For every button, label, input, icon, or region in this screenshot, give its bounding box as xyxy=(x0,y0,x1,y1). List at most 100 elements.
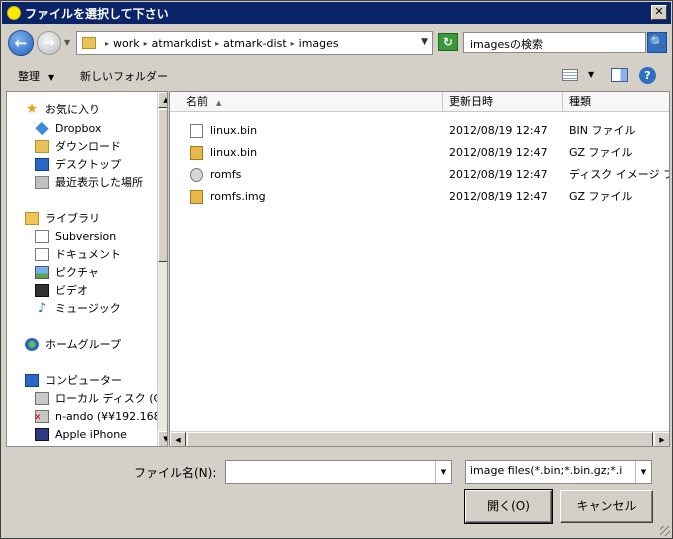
navigation-pane: ★ お気に入り Dropbox ダウンロード デスクトップ 最近表示した場所 ライ… xyxy=(6,91,168,447)
disk-image-icon xyxy=(190,168,203,182)
address-dropdown-icon[interactable]: ▼ xyxy=(421,37,428,47)
breadcrumb-separator-icon[interactable]: ▸ xyxy=(144,39,148,48)
help-icon[interactable]: ? xyxy=(639,67,656,84)
history-dropdown-icon[interactable]: ▼ xyxy=(64,38,70,47)
scroll-left-icon[interactable]: ◀ xyxy=(170,432,186,446)
nav-homegroup[interactable]: ホームグループ xyxy=(25,335,121,353)
nav-favorites[interactable]: ★ お気に入り xyxy=(25,100,100,118)
file-row[interactable]: romfs.img 2012/08/19 12:47 GZ ファイル xyxy=(170,186,669,208)
view-dropdown-icon[interactable]: ▼ xyxy=(588,70,594,79)
sort-ascending-icon: ▲ xyxy=(216,99,222,107)
file-row[interactable]: romfs 2012/08/19 12:47 ディスク イメージ ファ... xyxy=(170,164,669,186)
library-icon xyxy=(25,211,39,225)
recent-places-icon xyxy=(35,175,49,189)
new-folder-button[interactable]: 新しいフォルダー xyxy=(80,68,168,84)
address-row: ← → ▼ ▸ work ▸ atmarkdist ▸ atmark-dist … xyxy=(1,27,673,59)
view-options-icon[interactable] xyxy=(562,69,578,81)
breadcrumb-atmarkdist[interactable]: atmarkdist xyxy=(152,37,212,50)
column-name[interactable]: 名前 ▲ xyxy=(170,92,443,112)
document-icon xyxy=(35,229,49,243)
star-icon: ★ xyxy=(25,100,39,117)
scrollbar-thumb[interactable] xyxy=(187,432,653,446)
breadcrumb-separator-icon[interactable]: ▸ xyxy=(105,39,109,48)
column-header: 名前 ▲ 更新日時 種類 xyxy=(170,92,669,112)
file-modified: 2012/08/19 12:47 xyxy=(449,190,548,203)
search-icon[interactable]: 🔍 xyxy=(647,32,667,53)
file-type: GZ ファイル xyxy=(569,146,633,159)
nav-computer[interactable]: コンピューター xyxy=(25,371,122,389)
computer-icon xyxy=(25,373,39,387)
breadcrumb-separator-icon[interactable]: ▸ xyxy=(215,39,219,48)
breadcrumb-work[interactable]: work xyxy=(113,37,140,50)
homegroup-icon xyxy=(25,337,39,351)
scrollbar-thumb[interactable] xyxy=(158,109,167,262)
breadcrumb-separator-icon[interactable]: ▸ xyxy=(291,39,295,48)
column-type[interactable]: 種類 xyxy=(563,92,669,112)
nav-item-dropbox[interactable]: Dropbox xyxy=(35,119,101,137)
phone-icon xyxy=(35,427,49,441)
download-folder-icon xyxy=(35,139,49,153)
nav-item-desktop[interactable]: デスクトップ xyxy=(35,155,121,173)
nav-item-documents[interactable]: ドキュメント xyxy=(35,245,121,263)
file-open-dialog: ファイルを選択して下さい ✕ ← → ▼ ▸ work ▸ atmarkdist… xyxy=(0,0,673,539)
file-type: ディスク イメージ ファ... xyxy=(569,168,669,181)
file-row[interactable]: linux.bin 2012/08/19 12:47 GZ ファイル xyxy=(170,142,669,164)
nav-item-network-drive[interactable]: n-ando (¥¥192.168. xyxy=(34,407,164,425)
scroll-down-icon[interactable]: ▼ xyxy=(158,431,167,446)
organize-button[interactable]: 整理 ▼ xyxy=(18,68,54,84)
file-modified: 2012/08/19 12:47 xyxy=(449,124,548,137)
disk-icon xyxy=(35,391,49,405)
desktop-icon xyxy=(35,157,49,171)
resize-grip-icon[interactable] xyxy=(660,526,670,536)
command-bar: 整理 ▼ 新しいフォルダー ▼ ? xyxy=(2,61,671,89)
file-row[interactable]: linux.bin 2012/08/19 12:47 BIN ファイル xyxy=(170,120,669,142)
document-icon xyxy=(35,247,49,261)
nav-item-recent-places[interactable]: 最近表示した場所 xyxy=(35,173,143,191)
preview-pane-icon[interactable] xyxy=(611,68,628,82)
file-type: BIN ファイル xyxy=(569,124,636,137)
nav-item-local-disk[interactable]: ローカル ディスク (C:) xyxy=(35,389,167,407)
filename-input[interactable]: ▼ xyxy=(225,460,452,484)
file-modified: 2012/08/19 12:47 xyxy=(449,146,548,159)
nav-item-iphone[interactable]: Apple iPhone xyxy=(35,425,127,443)
file-type-select[interactable]: image files(*.bin;*.bin.gz;*.i ▼ xyxy=(465,460,652,484)
nav-item-downloads[interactable]: ダウンロード xyxy=(35,137,121,155)
open-button[interactable]: 開く(O) xyxy=(464,489,553,524)
file-type: GZ ファイル xyxy=(569,190,633,203)
nav-item-pictures[interactable]: ピクチャ xyxy=(35,263,99,281)
refresh-button[interactable]: ↻ xyxy=(438,33,458,51)
gz-file-icon xyxy=(190,146,203,160)
chevron-down-icon[interactable]: ▼ xyxy=(435,461,451,483)
dropbox-icon xyxy=(35,121,49,135)
scroll-right-icon[interactable]: ▶ xyxy=(654,432,669,446)
cancel-button[interactable]: キャンセル xyxy=(560,490,653,523)
nav-item-videos[interactable]: ビデオ xyxy=(35,281,88,299)
video-icon xyxy=(35,283,49,297)
back-button[interactable]: ← xyxy=(8,30,34,56)
column-modified[interactable]: 更新日時 xyxy=(443,92,563,112)
disconnected-drive-icon xyxy=(34,409,49,423)
close-button[interactable]: ✕ xyxy=(651,5,667,20)
forward-button[interactable]: → xyxy=(37,31,61,55)
nav-scrollbar[interactable]: ▲ ▼ xyxy=(157,92,167,446)
app-icon xyxy=(7,6,21,20)
horizontal-scrollbar[interactable]: ◀ ▶ xyxy=(170,431,669,446)
address-bar[interactable]: ▸ work ▸ atmarkdist ▸ atmark-dist ▸ imag… xyxy=(76,31,433,55)
nav-item-subversion[interactable]: Subversion xyxy=(35,227,116,245)
bin-file-icon xyxy=(190,124,203,138)
nav-item-music[interactable]: ♪ ミュージック xyxy=(35,299,121,317)
window-title: ファイルを選択して下さい xyxy=(25,6,169,21)
title-bar: ファイルを選択して下さい ✕ xyxy=(2,2,671,24)
file-name: linux.bin xyxy=(210,146,258,159)
nav-libraries[interactable]: ライブラリ xyxy=(25,209,100,227)
file-list: 名前 ▲ 更新日時 種類 linux.bin 2012/08/19 12:47 B… xyxy=(169,91,670,447)
chevron-down-icon: ▼ xyxy=(48,73,55,82)
search-input[interactable]: imagesの検索 xyxy=(463,32,646,53)
breadcrumb-atmark-dist[interactable]: atmark-dist xyxy=(223,37,286,50)
scroll-up-icon[interactable]: ▲ xyxy=(158,92,167,108)
chevron-down-icon[interactable]: ▼ xyxy=(635,461,651,483)
breadcrumb-images[interactable]: images xyxy=(299,37,339,50)
file-name: romfs xyxy=(210,168,242,181)
file-name: romfs.img xyxy=(210,190,266,203)
folder-icon xyxy=(82,37,96,49)
